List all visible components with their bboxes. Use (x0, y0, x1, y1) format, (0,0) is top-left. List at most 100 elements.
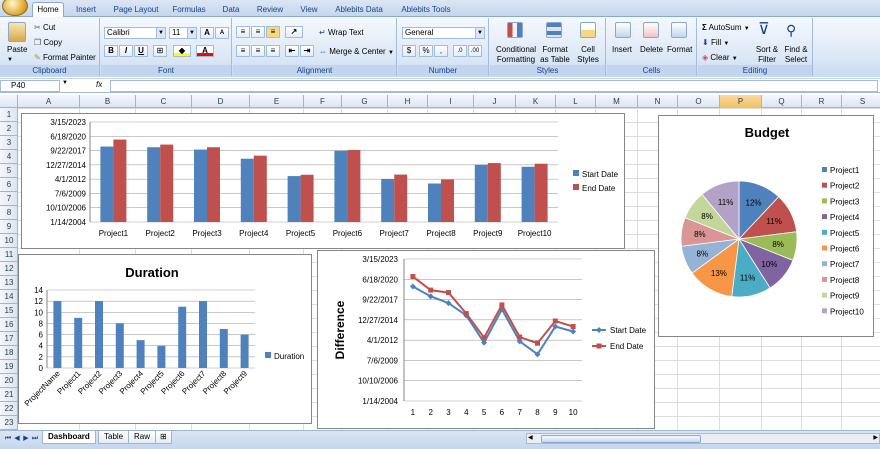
align-center-button[interactable]: ≡ (251, 45, 265, 57)
cell-styles-button[interactable]: Cell Styles (574, 45, 602, 65)
column-header-s[interactable]: S (842, 95, 880, 108)
grow-font-button[interactable]: A (200, 27, 214, 39)
row-header-1[interactable]: 1 (0, 108, 18, 122)
row-header-2[interactable]: 2 (0, 122, 18, 136)
column-header-k[interactable]: K (516, 95, 556, 108)
delete-cells-button[interactable]: Delete (640, 45, 663, 55)
row-header-20[interactable]: 20 (0, 374, 18, 388)
format-cells-button[interactable]: Format (667, 45, 692, 55)
column-header-b[interactable]: B (80, 95, 136, 108)
row-header-8[interactable]: 8 (0, 206, 18, 220)
column-header-d[interactable]: D (192, 95, 250, 108)
merge-center-button[interactable]: ⇔ Merge & Center ▼ (319, 47, 394, 58)
chevron-down-icon[interactable]: ▼ (62, 80, 68, 86)
tab-insert[interactable]: Insert (68, 3, 104, 17)
horizontal-scroll-thumb[interactable] (541, 435, 701, 443)
row-header-14[interactable]: 14 (0, 290, 18, 304)
bold-button[interactable]: B (104, 45, 118, 57)
row-header-18[interactable]: 18 (0, 346, 18, 360)
format-painter-button[interactable]: ✎ Format Painter (34, 53, 96, 63)
row-header-12[interactable]: 12 (0, 262, 18, 276)
column-header-c[interactable]: C (136, 95, 192, 108)
tab-ablebits-tools[interactable]: Ablebits Tools (394, 3, 458, 17)
column-header-n[interactable]: N (638, 95, 678, 108)
conditional-formatting-button[interactable]: Conditional Formatting (494, 45, 538, 65)
tab-review[interactable]: Review (250, 3, 290, 17)
tab-page-layout[interactable]: Page Layout (108, 3, 164, 17)
align-right-button[interactable]: ≡ (266, 45, 280, 57)
row-header-21[interactable]: 21 (0, 388, 18, 402)
tab-formulas[interactable]: Formulas (166, 3, 212, 17)
decrease-decimal-button[interactable]: .00 (468, 45, 482, 57)
tab-ablebits-data[interactable]: Ablebits Data (328, 3, 390, 17)
increase-decimal-button[interactable]: .0 (453, 45, 467, 57)
fill-color-button[interactable]: ◆ (173, 45, 191, 57)
clear-button[interactable]: ◈ Clear ▼ (702, 53, 738, 64)
column-header-q[interactable]: Q (762, 95, 802, 108)
row-header-17[interactable]: 17 (0, 332, 18, 346)
next-sheet-icon[interactable]: ▶ (22, 434, 30, 444)
find-select-button[interactable]: Find & Select (782, 45, 810, 65)
percent-button[interactable]: % (419, 45, 433, 57)
comma-button[interactable]: , (434, 45, 448, 57)
column-header-r[interactable]: R (802, 95, 842, 108)
budget-pie-chart[interactable]: Budget 12% 11% 8% 10% 11% 13% 8% 8% 8% 11% Project1… (658, 115, 874, 337)
increase-indent-button[interactable]: ⇥ (300, 45, 314, 57)
insert-cells-button[interactable]: Insert (612, 45, 632, 55)
tab-home[interactable]: Home (32, 2, 64, 18)
column-header-p[interactable]: P (720, 95, 762, 108)
column-header-i[interactable]: I (428, 95, 474, 108)
font-color-button[interactable]: A (196, 45, 214, 57)
scroll-right-icon[interactable]: ▶ (873, 434, 878, 443)
row-header-15[interactable]: 15 (0, 304, 18, 318)
row-header-23[interactable]: 23 (0, 416, 18, 430)
column-header-o[interactable]: O (678, 95, 720, 108)
row-header-7[interactable]: 7 (0, 192, 18, 206)
row-header-11[interactable]: 11 (0, 248, 18, 262)
insert-function-button[interactable]: fx (96, 80, 102, 89)
row-header-6[interactable]: 6 (0, 178, 18, 192)
align-bottom-button[interactable]: ≡ (266, 26, 280, 38)
currency-button[interactable]: $ (402, 45, 416, 57)
row-header-13[interactable]: 13 (0, 276, 18, 290)
orientation-button[interactable]: ↗ (285, 26, 303, 38)
align-top-button[interactable]: ≡ (236, 26, 250, 38)
font-size-select[interactable]: 11 ▼ (169, 27, 197, 39)
last-sheet-icon[interactable]: ⏭ (31, 434, 39, 444)
column-header-j[interactable]: J (474, 95, 516, 108)
first-sheet-icon[interactable]: ⏮ (4, 434, 12, 444)
difference-line-chart[interactable]: Difference 1/14/2004 10/10/2006 7/6/2009 4/1… (317, 250, 655, 429)
align-middle-button[interactable]: ≡ (251, 26, 265, 38)
column-header-a[interactable]: A (18, 95, 80, 108)
duration-chart[interactable]: Duration 0 2 4 6 8 10 12 14 ProjectName Project1 Pr… (18, 254, 312, 424)
column-header-l[interactable]: L (556, 95, 596, 108)
row-header-3[interactable]: 3 (0, 136, 18, 150)
insert-sheet-icon[interactable]: ⊞ (155, 431, 172, 444)
sheet-tab-raw[interactable]: Raw (128, 431, 157, 444)
sort-filter-button[interactable]: Sort & Filter (754, 45, 780, 65)
row-header-5[interactable]: 5 (0, 164, 18, 178)
fill-button[interactable]: ⬇ Fill ▼ (702, 38, 729, 49)
horizontal-scrollbar[interactable]: ◀ ▶ (526, 433, 880, 444)
format-as-table-button[interactable]: Format as Table (540, 45, 570, 65)
formula-input[interactable] (110, 80, 878, 92)
column-header-m[interactable]: M (596, 95, 638, 108)
row-header-16[interactable]: 16 (0, 318, 18, 332)
sheet-tab-dashboard[interactable]: Dashboard (42, 431, 96, 444)
scroll-left-icon[interactable]: ◀ (528, 434, 533, 443)
column-header-g[interactable]: G (342, 95, 388, 108)
paste-button[interactable]: Paste (7, 45, 27, 55)
tab-view[interactable]: View (294, 3, 324, 17)
number-format-select[interactable]: General ▼ (402, 27, 485, 39)
align-left-button[interactable]: ≡ (236, 45, 250, 57)
select-all-corner[interactable] (0, 95, 18, 108)
borders-button[interactable]: ⊞ (153, 45, 167, 57)
italic-button[interactable]: I (119, 45, 133, 57)
paste-dropdown-icon[interactable]: ▼ (7, 55, 13, 65)
copy-button[interactable]: ❐ Copy (34, 38, 62, 48)
wrap-text-button[interactable]: ↵ Wrap Text (319, 28, 364, 38)
row-header-4[interactable]: 4 (0, 150, 18, 164)
column-header-e[interactable]: E (250, 95, 304, 108)
project-dates-chart[interactable]: 1/14/2004 10/10/2006 7/6/2009 4/1/2012 12/27… (21, 113, 625, 249)
name-box[interactable]: P40 (0, 80, 60, 92)
